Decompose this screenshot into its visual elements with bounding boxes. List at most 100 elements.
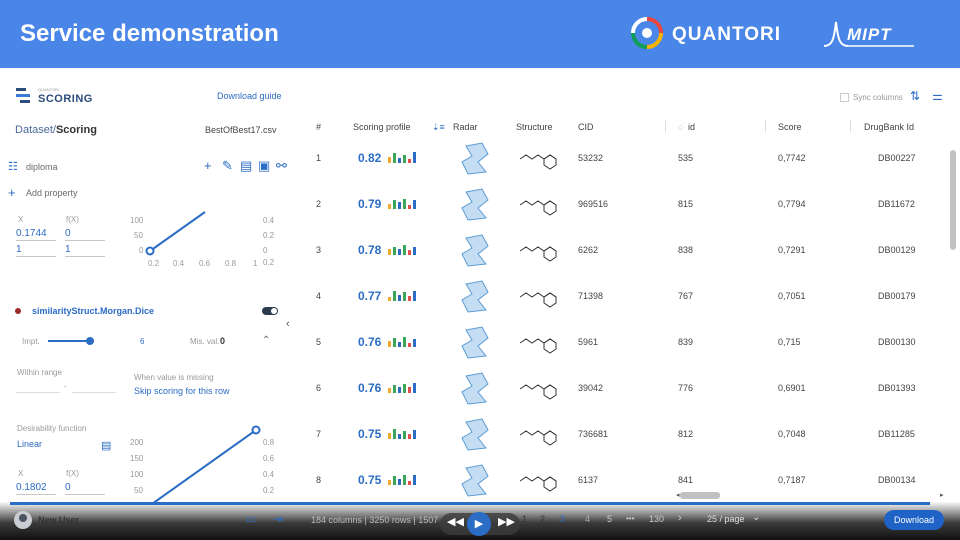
fast-forward-icon[interactable]: ▶▶ (498, 515, 515, 528)
save-function-icon[interactable]: ▤ (101, 439, 111, 452)
molecule-structure[interactable] (518, 467, 560, 493)
drugbank-id-cell: DB00227 (878, 153, 916, 163)
molecule-structure[interactable] (518, 421, 560, 447)
play-icon[interactable]: ▶ (467, 512, 491, 536)
within-range-label: Within range (17, 368, 62, 377)
score-cell: 0,7794 (778, 199, 806, 209)
property-toggle[interactable] (262, 307, 278, 315)
page-3[interactable]: 3 (560, 514, 565, 524)
table-row[interactable]: 4 0.77 71398 767 0,7051 DB00179 (300, 278, 948, 324)
horizontal-scrollbar[interactable] (680, 492, 720, 499)
row-number: 5 (316, 337, 322, 347)
table-row[interactable]: 1 0.82 53232 535 0,7742 DB00227 (300, 140, 948, 186)
logout-icon[interactable]: ⇥ (273, 512, 283, 526)
col-structure[interactable]: Structure (516, 122, 553, 132)
page-1[interactable]: 1 (522, 514, 527, 524)
importance-slider[interactable] (48, 340, 90, 342)
x1-input[interactable]: 0.1744 (16, 227, 56, 241)
add-property-button[interactable]: Add property (26, 188, 78, 198)
chevron-up-icon[interactable]: ⌃ (262, 335, 270, 346)
desirability-curve-1[interactable] (145, 210, 215, 256)
add-property-icon[interactable]: + (8, 185, 16, 200)
col-id[interactable]: id (688, 122, 695, 132)
radar-chart[interactable] (458, 370, 492, 406)
scroll-right-arrow[interactable]: ▸ (940, 491, 944, 499)
scoring-profile-value: 0.76 (358, 381, 382, 395)
rewind-icon[interactable]: ◀◀ (447, 515, 464, 528)
id-cell: 812 (678, 429, 694, 439)
fx1-input[interactable]: 0 (65, 227, 105, 241)
molecule-structure[interactable] (518, 237, 560, 263)
page-5[interactable]: 5 (607, 514, 612, 524)
comment-icon[interactable]: ▭ (245, 512, 256, 526)
molecule-structure[interactable] (518, 375, 560, 401)
molecule-structure[interactable] (518, 283, 560, 309)
edit-icon[interactable]: ✎ (222, 158, 233, 174)
radar-chart[interactable] (458, 278, 492, 314)
radar-chart[interactable] (458, 186, 492, 222)
video-progress-bar[interactable] (10, 502, 930, 505)
page-2[interactable]: 2 (540, 514, 545, 524)
fx2-input[interactable]: 1 (65, 243, 105, 257)
vertical-scrollbar[interactable] (950, 150, 956, 250)
add-icon[interactable]: + (204, 158, 212, 173)
save-icon[interactable]: ▤ (240, 158, 252, 174)
range-min-input[interactable] (16, 392, 60, 393)
download-button[interactable]: Download (884, 510, 944, 530)
col-scoring-profile[interactable]: Scoring profile (353, 122, 411, 132)
desirability-select[interactable]: Linear (17, 439, 42, 449)
download-guide-link[interactable]: Download guide (217, 91, 282, 101)
row-number: 7 (316, 429, 322, 439)
scroll-left-arrow[interactable]: ◂ (676, 491, 680, 499)
share-link-icon[interactable]: ⚯ (276, 158, 287, 174)
radar-chart[interactable] (458, 232, 492, 268)
page-ellipsis[interactable]: ••• (626, 514, 634, 523)
fn2-rtick: 0.6 (263, 454, 275, 463)
sort-icon[interactable]: ⇣≡ (432, 122, 445, 133)
missing-behavior-select[interactable]: Skip scoring for this row (134, 386, 230, 396)
table-row[interactable]: 5 0.76 5961 839 0,715 DB00130 (300, 324, 948, 370)
column-order-icon[interactable]: ⇅ (910, 89, 920, 103)
page-size-select[interactable]: 25 / page (707, 514, 745, 524)
chevron-down-icon[interactable]: ⌄ (752, 512, 760, 523)
molecule-structure[interactable] (518, 191, 560, 217)
page-last[interactable]: 130 (649, 514, 664, 524)
sync-columns-label: Sync columns (853, 93, 903, 102)
radar-chart[interactable] (458, 324, 492, 360)
settings-sliders-icon[interactable]: ⚌ (932, 89, 943, 103)
profile-bars (388, 429, 416, 439)
x2-input[interactable]: 1 (16, 243, 56, 257)
next-page-icon[interactable]: › (678, 512, 682, 524)
molecule-structure[interactable] (518, 145, 560, 171)
collapse-panel-icon[interactable]: ‹ (286, 318, 290, 330)
importance-slider-handle[interactable] (86, 337, 94, 345)
radar-chart[interactable] (458, 416, 492, 452)
page-4[interactable]: 4 (585, 514, 590, 524)
range-max-input[interactable] (72, 392, 116, 393)
col-drugbank-id[interactable]: DrugBank Id (864, 122, 914, 132)
table-row[interactable]: 6 0.76 39042 776 0,6901 DB01393 (300, 370, 948, 416)
breadcrumb-dataset[interactable]: Dataset/ (15, 124, 56, 136)
table-row[interactable]: 2 0.79 969516 815 0,7794 DB11672 (300, 186, 948, 232)
table-row[interactable]: 7 0.75 736681 812 0,7048 DB11285 (300, 416, 948, 462)
col-id-icon: ○ (678, 122, 684, 132)
table-row[interactable]: 3 0.78 6262 838 0,7291 DB00129 (300, 232, 948, 278)
save-as-icon[interactable]: ▣ (258, 158, 270, 174)
radar-chart[interactable] (458, 140, 492, 176)
user-avatar[interactable] (14, 511, 32, 529)
profile-name[interactable]: diploma (26, 162, 58, 172)
x1-input[interactable]: 0.1802 (16, 481, 56, 495)
fx1-input[interactable]: 0 (65, 481, 105, 495)
column-divider (765, 120, 766, 132)
col-cid[interactable]: CID (578, 122, 594, 132)
score-cell: 0,7187 (778, 475, 806, 485)
profile-list-icon[interactable]: ☷ (8, 160, 18, 173)
molecule-structure[interactable] (518, 329, 560, 355)
profile-bars (388, 383, 416, 393)
desirability-curve-2[interactable] (150, 424, 262, 504)
user-name[interactable]: New User (38, 515, 79, 525)
col-score[interactable]: Score (778, 122, 802, 132)
col-radar[interactable]: Radar (453, 122, 478, 132)
radar-chart[interactable] (458, 462, 492, 498)
sync-columns-checkbox[interactable] (840, 93, 849, 102)
